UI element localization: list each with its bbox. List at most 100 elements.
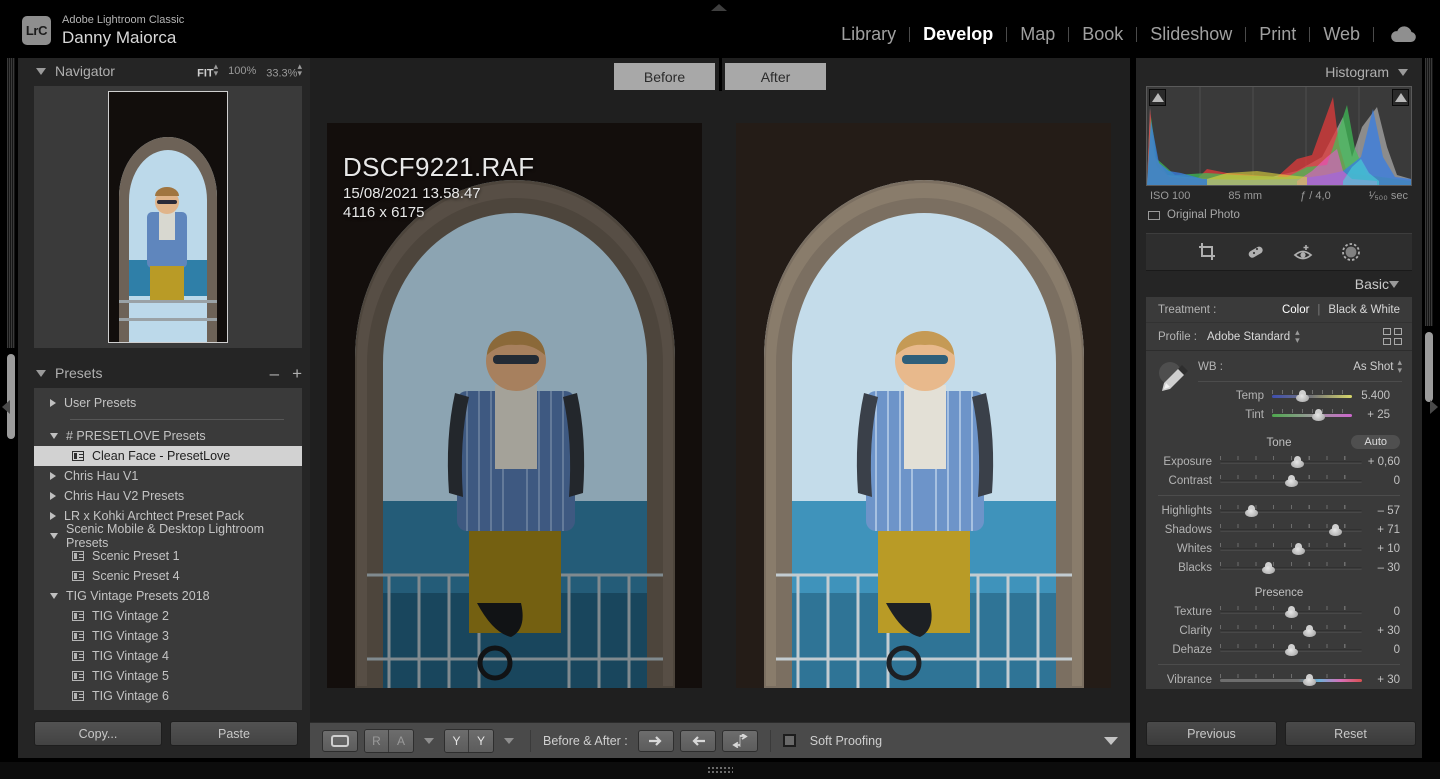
cloud-sync-icon[interactable] — [1374, 26, 1422, 43]
presets-list[interactable]: User Presets # PRESETLOVE Presets Clean … — [34, 388, 302, 710]
after-label[interactable]: After — [725, 63, 826, 90]
slider-value[interactable]: – 57 — [1362, 505, 1412, 517]
copy-after-settings-button[interactable] — [679, 729, 716, 752]
slider-knob[interactable] — [1295, 389, 1309, 402]
preset-item-tig-vintage-6[interactable]: TIG Vintage 6 — [34, 686, 302, 706]
slider-track[interactable] — [1220, 605, 1362, 619]
preset-group-scenic[interactable]: Scenic Mobile & Desktop Lightroom Preset… — [34, 522, 302, 550]
slider-knob[interactable] — [1262, 561, 1276, 574]
module-print[interactable]: Print — [1246, 24, 1309, 45]
slider-knob[interactable] — [1311, 408, 1325, 421]
slider-knob[interactable] — [1303, 673, 1317, 686]
stepper-icon[interactable]: ▴ ▾ — [1295, 327, 1300, 344]
module-web[interactable]: Web — [1310, 24, 1373, 45]
highlight-clipping-indicator[interactable] — [1392, 89, 1409, 106]
preset-item-tig-vintage-4[interactable]: TIG Vintage 4 — [34, 646, 302, 666]
slider-track[interactable] — [1272, 408, 1352, 422]
profile-browser-icon[interactable] — [1383, 328, 1402, 345]
slider-track[interactable] — [1220, 673, 1362, 687]
reference-view-r[interactable]: R — [365, 729, 389, 752]
slider-knob[interactable] — [1292, 542, 1306, 555]
reference-view-a[interactable]: A — [389, 729, 413, 752]
soft-proofing-checkbox[interactable] — [782, 734, 796, 747]
slider-knob[interactable] — [1290, 455, 1304, 468]
slider-value[interactable]: 5.400 — [1352, 390, 1402, 402]
slider-knob[interactable] — [1303, 624, 1317, 637]
slider-value[interactable]: + 25 — [1352, 409, 1402, 421]
filmstrip-toggle-handle[interactable] — [0, 762, 1440, 779]
preset-item-clean-face[interactable]: Clean Face - PresetLove — [34, 446, 302, 466]
slider-track[interactable] — [1220, 523, 1362, 537]
slider-value[interactable]: + 30 — [1362, 674, 1412, 686]
original-photo-toggle[interactable]: Original Photo — [1136, 202, 1422, 227]
slider-track[interactable] — [1220, 542, 1362, 556]
reference-view-caret-icon[interactable] — [424, 737, 434, 744]
navigator-collapse-caret-icon[interactable] — [36, 67, 46, 75]
white-balance-selector[interactable] — [1152, 359, 1198, 424]
slider-knob[interactable] — [1329, 523, 1343, 536]
slider-value[interactable]: 0 — [1362, 606, 1412, 618]
before-after-y2[interactable]: Y — [469, 729, 493, 752]
module-develop[interactable]: Develop — [910, 24, 1006, 45]
add-preset-button[interactable]: + — [292, 365, 302, 382]
stepper-icon[interactable]: ▴ ▾ — [1397, 357, 1402, 374]
spot-removal-tool-icon[interactable] — [1245, 242, 1265, 262]
module-book[interactable]: Book — [1069, 24, 1136, 45]
masking-tool-icon[interactable] — [1341, 242, 1361, 262]
reset-button[interactable]: Reset — [1285, 721, 1416, 746]
navigator-preview[interactable] — [34, 86, 302, 348]
slider-track[interactable] — [1220, 624, 1362, 638]
basic-collapse-caret-icon[interactable] — [1389, 280, 1399, 288]
auto-tone-button[interactable]: Auto — [1351, 435, 1400, 450]
before-after-y1[interactable]: Y — [445, 729, 469, 752]
slider-knob[interactable] — [1245, 504, 1259, 517]
slider-value[interactable]: + 71 — [1362, 524, 1412, 536]
histogram-graph[interactable] — [1146, 86, 1412, 186]
wb-value[interactable]: As Shot — [1353, 361, 1393, 373]
module-library[interactable]: Library — [828, 24, 909, 45]
shadow-clipping-indicator[interactable] — [1149, 89, 1166, 106]
profile-value[interactable]: Adobe Standard — [1207, 331, 1290, 343]
preset-group-presetlove[interactable]: # PRESETLOVE Presets — [34, 426, 302, 446]
navigator-zoom-custom-button[interactable]: 33.3% ▴ ▾ — [266, 61, 302, 79]
slider-knob[interactable] — [1285, 643, 1298, 656]
copy-button[interactable]: Copy... — [34, 721, 162, 746]
slider-track[interactable] — [1220, 643, 1362, 657]
slider-value[interactable]: + 10 — [1362, 543, 1412, 555]
slider-value[interactable]: + 0,60 — [1362, 456, 1412, 468]
slider-value[interactable]: – 30 — [1362, 562, 1412, 574]
navigator-fit-button[interactable]: FIT▴ ▾ — [197, 61, 218, 79]
module-slideshow[interactable]: Slideshow — [1137, 24, 1245, 45]
slider-track[interactable] — [1220, 455, 1362, 469]
preset-item-tig-vintage-3[interactable]: TIG Vintage 3 — [34, 626, 302, 646]
before-label[interactable]: Before — [614, 63, 715, 90]
slider-track[interactable] — [1220, 474, 1362, 488]
left-panel-collapse-arrow-icon[interactable] — [2, 400, 10, 414]
paste-button[interactable]: Paste — [170, 721, 298, 746]
histogram-collapse-caret-icon[interactable] — [1398, 68, 1408, 76]
treatment-color-option[interactable]: Color — [1282, 304, 1309, 316]
swap-before-after-button[interactable] — [721, 729, 758, 752]
toolbar-options-caret-icon[interactable] — [1104, 736, 1118, 745]
copy-before-settings-button[interactable] — [637, 729, 674, 752]
before-pane[interactable]: DSCF9221.RAF 15/08/2021 13.58.47 4116 x … — [310, 91, 719, 720]
slider-track[interactable] — [1220, 561, 1362, 575]
slider-knob[interactable] — [1285, 605, 1298, 618]
right-panel-collapse-arrow-icon[interactable] — [1430, 400, 1438, 414]
before-after-view-toggle[interactable]: Y Y — [444, 728, 494, 753]
preset-group-user-presets[interactable]: User Presets — [34, 393, 302, 413]
scrollbar-thumb[interactable] — [7, 354, 15, 439]
preset-group-chris-hau-v1[interactable]: Chris Hau V1 — [34, 466, 302, 486]
presets-collapse-caret-icon[interactable] — [36, 369, 46, 377]
slider-track[interactable] — [1220, 504, 1362, 518]
preset-group-chris-hau-v2[interactable]: Chris Hau V2 Presets — [34, 486, 302, 506]
module-map[interactable]: Map — [1007, 24, 1068, 45]
preset-item-scenic-4[interactable]: Scenic Preset 4 — [34, 566, 302, 586]
remove-preset-button[interactable]: – — [270, 365, 279, 382]
slider-value[interactable]: 0 — [1362, 475, 1412, 487]
red-eye-correction-tool-icon[interactable] — [1293, 242, 1313, 262]
after-pane[interactable] — [719, 91, 1128, 720]
navigator-zoom-100-button[interactable]: 100% — [228, 65, 256, 77]
preset-group-tig-vintage[interactable]: TIG Vintage Presets 2018 — [34, 586, 302, 606]
preset-item-tig-vintage-5[interactable]: TIG Vintage 5 — [34, 666, 302, 686]
